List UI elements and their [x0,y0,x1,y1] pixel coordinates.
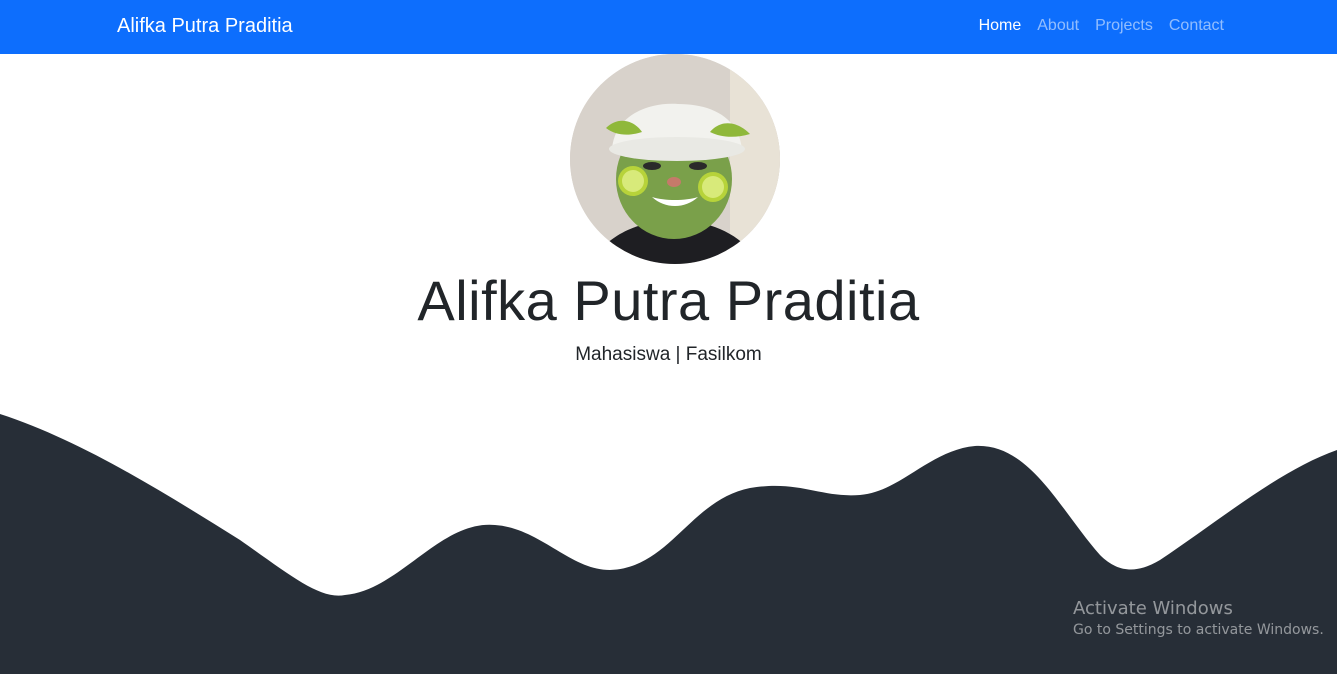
windows-activation-watermark: Activate Windows Go to Settings to activ… [1073,598,1324,638]
navbar: Alifka Putra Praditia Home About Project… [0,0,1337,54]
navbar-brand[interactable]: Alifka Putra Praditia [117,15,293,38]
hero-subtitle: Mahasiswa | Fasilkom [575,344,762,365]
avatar [570,54,780,264]
activation-subtitle: Go to Settings to activate Windows. [1073,622,1324,638]
nav-link-home[interactable]: Home [979,17,1022,35]
activation-title: Activate Windows [1073,598,1233,619]
nav-link-projects[interactable]: Projects [1095,17,1153,35]
profile-photo-icon [570,54,780,264]
hero-name: Alifka Putra Praditia [417,269,920,332]
nav-link-about[interactable]: About [1037,17,1079,35]
nav-link-contact[interactable]: Contact [1169,17,1224,35]
nav-links: Home About Projects Contact [979,17,1224,35]
